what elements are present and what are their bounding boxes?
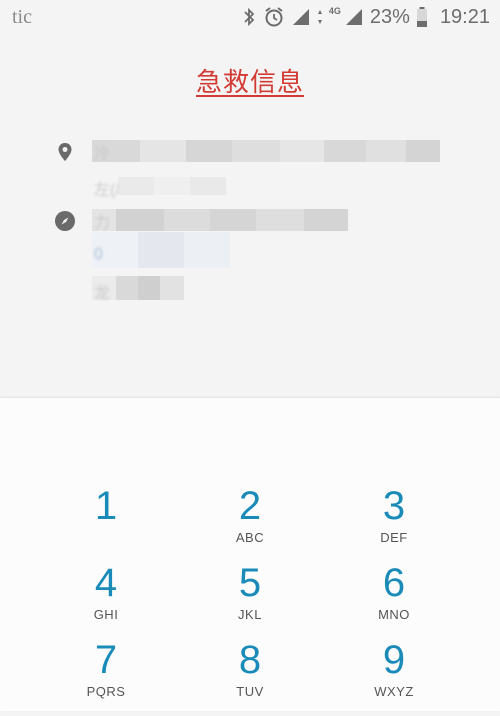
battery-icon: [416, 7, 427, 27]
dial-key-digit: 1: [94, 484, 118, 528]
dial-key-digit: 2: [238, 484, 262, 528]
data-arrows-icon: [317, 10, 322, 24]
address-line2-redacted: [118, 177, 226, 195]
compass-icon: [55, 211, 75, 231]
dial-key-digit: 7: [94, 638, 118, 682]
carrier-label: tic: [12, 6, 32, 28]
dial-key-5[interactable]: 5 JKL: [170, 561, 330, 639]
dial-key-digit: 5: [238, 561, 262, 605]
status-icons: 4G 23% 19:21: [241, 3, 490, 31]
dial-key-digit: 9: [382, 638, 406, 682]
dial-key-1[interactable]: 1: [26, 484, 186, 562]
dial-key-letters: GHI: [93, 607, 119, 622]
dial-key-9[interactable]: 9 WXYZ: [314, 638, 474, 716]
phone-redacted: [92, 232, 230, 268]
location-pin-icon: [58, 143, 72, 161]
bluetooth-icon: [244, 7, 255, 27]
network-type-label: 4G: [328, 6, 341, 16]
page-title[interactable]: 急救信息: [0, 62, 500, 99]
dial-key-letters: DEF: [380, 530, 408, 545]
medical-info-redacted: [92, 209, 348, 231]
dial-key-letters: MNO: [378, 607, 410, 622]
signal-4g-icon: [345, 9, 362, 25]
dial-key-7[interactable]: 7 PQRS: [26, 638, 186, 716]
dial-key-letters: ABC: [235, 530, 265, 545]
dial-key-digit: 3: [382, 484, 406, 528]
dial-key-digit: 4: [94, 561, 118, 605]
page-title-text[interactable]: 急救信息: [196, 67, 304, 97]
dialpad: 1 2 ABC 3 DEF 4 GHI 5 JKL 6 MNO 7 PQRS 8…: [0, 398, 500, 711]
address-line2-text: 左(/: [94, 182, 120, 199]
dial-key-letters: WXYZ: [374, 684, 414, 699]
dial-key-letters: TUV: [236, 684, 264, 699]
dial-key-digit: 6: [382, 561, 406, 605]
alarm-icon: [265, 7, 283, 27]
phone-text[interactable]: 0: [94, 246, 103, 264]
status-bar: tic 4G 23% 19:21: [0, 0, 500, 34]
contact-text: 龙: [94, 285, 111, 302]
dial-key-6[interactable]: 6 MNO: [314, 561, 474, 639]
battery-percent: 23%: [369, 5, 410, 28]
address-line1-text: 冷: [94, 146, 111, 163]
dial-key-digit: 8: [238, 638, 262, 682]
dial-key-letters: JKL: [238, 607, 262, 622]
medical-info-text: 力: [94, 215, 111, 232]
dial-key-3[interactable]: 3 DEF: [314, 484, 474, 562]
dial-key-8[interactable]: 8 TUV: [170, 638, 330, 716]
address-redacted: [92, 140, 440, 162]
dial-key-4[interactable]: 4 GHI: [26, 561, 186, 639]
dial-key-letters: PQRS: [86, 684, 126, 699]
clock: 19:21: [439, 5, 490, 28]
dial-key-2[interactable]: 2 ABC: [170, 484, 330, 562]
signal-icon: [292, 9, 309, 25]
